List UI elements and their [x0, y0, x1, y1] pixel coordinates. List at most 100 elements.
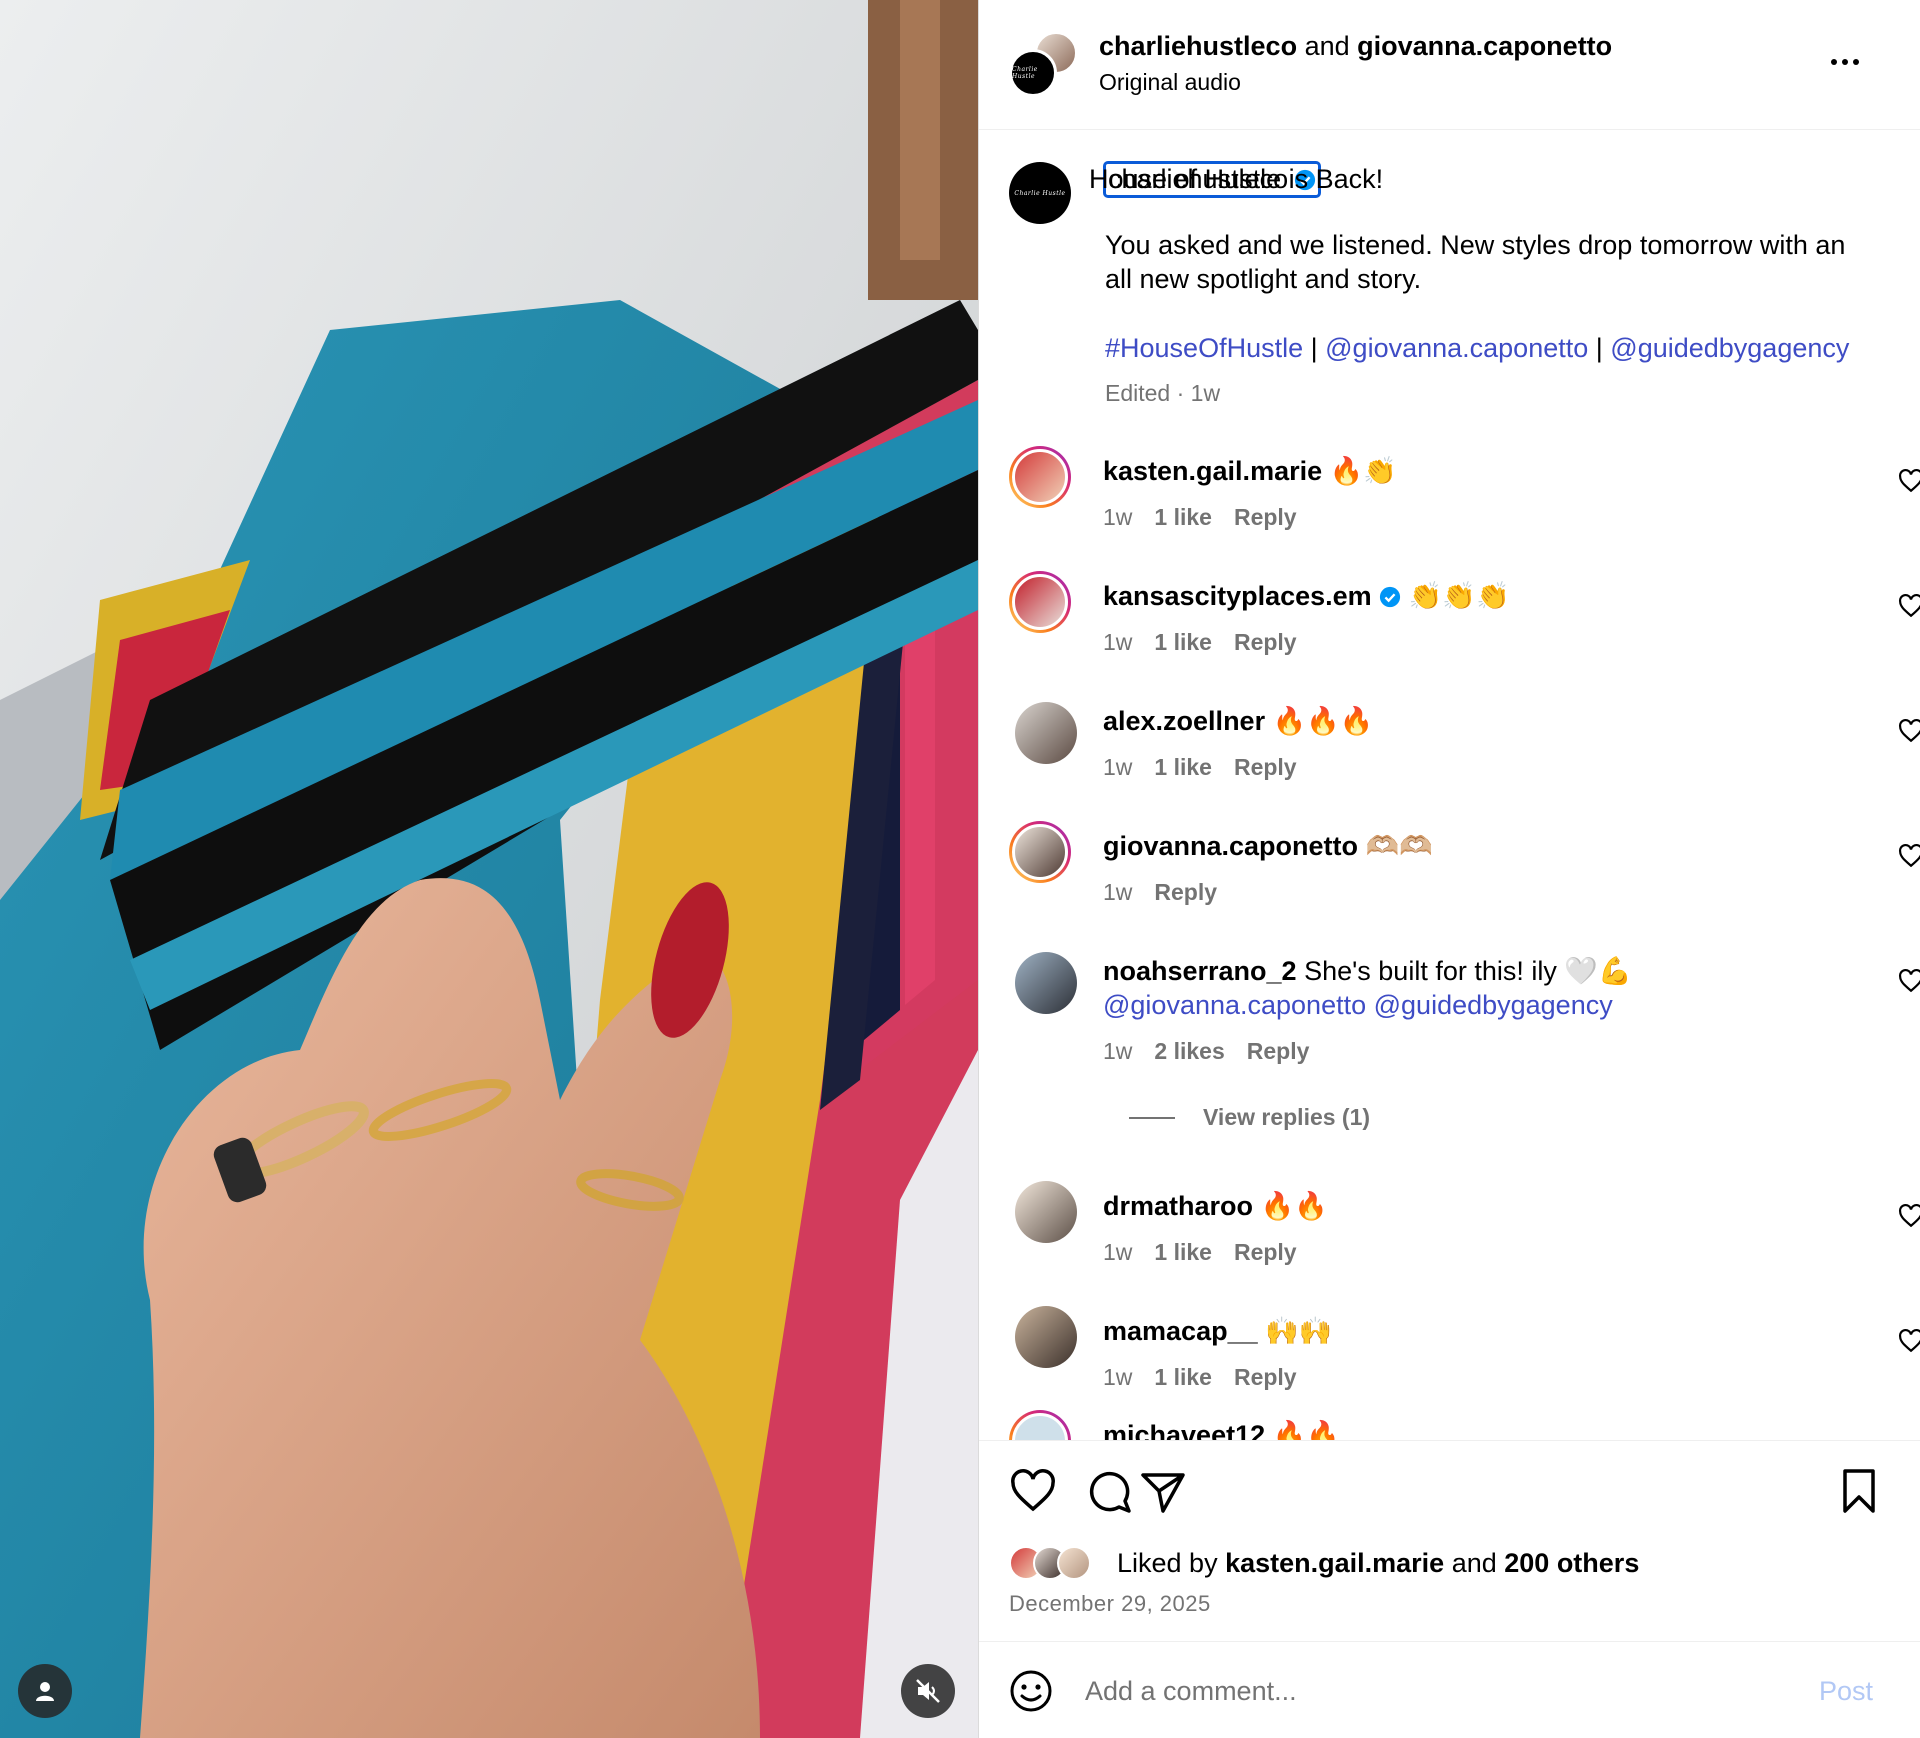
comment-text: noahserrano_2 She's built for this! ily …: [1103, 954, 1632, 988]
comment-likes[interactable]: 1 like: [1154, 1364, 1212, 1391]
collab-avatars[interactable]: Charlie Hustle: [1009, 32, 1079, 98]
avatar[interactable]: [1009, 821, 1071, 883]
avatar[interactable]: [1009, 446, 1071, 508]
mention-link[interactable]: @giovanna.caponetto: [1103, 990, 1366, 1020]
reply-button[interactable]: Reply: [1234, 504, 1297, 531]
comment-like-icon[interactable]: [1898, 593, 1920, 619]
reply-button[interactable]: Reply: [1234, 1364, 1297, 1391]
more-options-icon: [1853, 59, 1859, 65]
comment-like-icon[interactable]: [1898, 843, 1920, 869]
caption-tags: #HouseOfHustle | @giovanna.caponetto | @…: [1105, 331, 1849, 365]
comment-text: giovanna.caponetto 🫶🏼🫶🏼: [1103, 829, 1433, 863]
comment-text: michaveet12 🔥🔥: [1103, 1418, 1340, 1440]
reply-button[interactable]: Reply: [1154, 879, 1217, 906]
more-options-button[interactable]: [1817, 44, 1873, 80]
comment-age: 1w: [1103, 504, 1133, 530]
comment-text: drmatharoo 🔥🔥: [1103, 1189, 1328, 1223]
comment-likes[interactable]: 1 like: [1154, 629, 1212, 656]
comment-likes[interactable]: 1 like: [1154, 1239, 1212, 1266]
post-header: Charlie Hustle charliehustleco and giova…: [979, 0, 1920, 130]
separator: |: [1303, 333, 1326, 363]
avatar[interactable]: [1015, 1181, 1077, 1243]
hashtag-link[interactable]: #HouseOfHustle: [1105, 333, 1303, 363]
comment-age: 1w: [1103, 629, 1133, 655]
post-viewer: Charlie Hustle charliehustleco and giova…: [0, 0, 1920, 1738]
comment-body: 🔥👏: [1329, 456, 1397, 486]
comment-likes[interactable]: 2 likes: [1154, 1038, 1224, 1065]
avatar[interactable]: Charlie Hustle: [1009, 49, 1057, 97]
reply-button[interactable]: Reply: [1234, 1239, 1297, 1266]
liked-by-others[interactable]: 200 others: [1504, 1548, 1639, 1578]
comment-body: 🔥🔥: [1272, 1420, 1340, 1440]
comment-text: alex.zoellner 🔥🔥🔥: [1103, 704, 1373, 738]
comment-username[interactable]: kansascityplaces.em: [1103, 581, 1372, 611]
comment-text: mamacap__ 🙌🙌: [1103, 1314, 1332, 1348]
list-item: michaveet12 🔥🔥: [979, 1410, 1920, 1440]
comment-like-icon[interactable]: [1898, 968, 1920, 994]
mention-link[interactable]: @giovanna.caponetto: [1325, 333, 1588, 363]
avatar[interactable]: [1015, 952, 1077, 1014]
avatar[interactable]: [1015, 702, 1077, 764]
audio-link[interactable]: Original audio: [1099, 68, 1241, 96]
bookmark-icon[interactable]: [1835, 1467, 1883, 1515]
comment-like-icon[interactable]: [1898, 468, 1920, 494]
more-options-icon: [1842, 59, 1848, 65]
comment-mentions: @giovanna.caponetto @guidedbygagency: [1103, 988, 1613, 1022]
more-options-icon: [1831, 59, 1837, 65]
comment-username[interactable]: drmatharoo: [1103, 1191, 1253, 1221]
comment-meta: 1w Reply: [1103, 879, 1217, 906]
reply-button[interactable]: Reply: [1234, 754, 1297, 781]
emoji-icon[interactable]: [1009, 1669, 1053, 1713]
comment-input[interactable]: [1085, 1670, 1785, 1712]
comment-body: 👏👏👏: [1408, 581, 1510, 611]
comment-icon[interactable]: [1085, 1467, 1133, 1515]
comment-username[interactable]: alex.zoellner: [1103, 706, 1265, 736]
comment-like-icon[interactable]: [1898, 718, 1920, 744]
authors-joiner: and: [1297, 31, 1358, 61]
avatar[interactable]: [1015, 1306, 1077, 1368]
comment-username[interactable]: kasten.gail.marie: [1103, 456, 1322, 486]
comment-username[interactable]: giovanna.caponetto: [1103, 831, 1358, 861]
mention-link[interactable]: @guidedbygagency: [1610, 333, 1849, 363]
comment-body: 🙌🙌: [1265, 1316, 1333, 1346]
avatar[interactable]: [1009, 1410, 1071, 1440]
reply-button[interactable]: Reply: [1234, 629, 1297, 656]
tagged-users-button[interactable]: [18, 1664, 72, 1718]
view-replies-button[interactable]: View replies (1): [1129, 1104, 1370, 1131]
speaker-muted-icon: [916, 1679, 940, 1703]
separator: |: [1588, 333, 1611, 363]
comment-likes[interactable]: 1 like: [1154, 504, 1212, 531]
comment-likes[interactable]: 1 like: [1154, 754, 1212, 781]
comment-composer: Post: [979, 1641, 1920, 1738]
comment-body: 🫶🏼🫶🏼: [1365, 831, 1433, 861]
comment-body: She's built for this! ily 🤍💪: [1304, 956, 1632, 986]
comment-age: 1w: [1103, 879, 1133, 905]
liked-by-text: Liked by kasten.gail.marie and 200 other…: [1117, 1548, 1639, 1579]
avatar[interactable]: [1009, 571, 1071, 633]
liked-by-joiner: and: [1444, 1547, 1505, 1578]
post-date: December 29, 2025: [1009, 1591, 1211, 1616]
comment-username[interactable]: noahserrano_2: [1103, 956, 1297, 986]
author-link[interactable]: charliehustleco: [1099, 31, 1297, 61]
share-icon[interactable]: [1139, 1467, 1187, 1515]
post-media[interactable]: [0, 0, 978, 1738]
liked-by-user[interactable]: kasten.gail.marie: [1225, 1548, 1444, 1578]
likes-summary[interactable]: Liked by kasten.gail.marie and 200 other…: [1009, 1543, 1639, 1583]
avatar[interactable]: Charlie Hustle: [1009, 162, 1071, 224]
post-sidebar: Charlie Hustle charliehustleco and giova…: [978, 0, 1920, 1738]
reply-button[interactable]: Reply: [1247, 1038, 1310, 1065]
heart-icon[interactable]: [1009, 1467, 1057, 1515]
comment-username[interactable]: mamacap__: [1103, 1316, 1258, 1346]
liked-by-prefix: Liked by: [1117, 1547, 1226, 1578]
user-icon: [36, 1682, 54, 1701]
avatar: [1057, 1546, 1091, 1580]
author-link[interactable]: giovanna.caponetto: [1357, 31, 1612, 61]
comment-body: 🔥🔥: [1260, 1191, 1328, 1221]
comment-like-icon[interactable]: [1898, 1203, 1920, 1229]
mention-link[interactable]: @guidedbygagency: [1374, 990, 1613, 1020]
comment-like-icon[interactable]: [1898, 1328, 1920, 1354]
mute-toggle-button[interactable]: [901, 1664, 955, 1718]
comment-username[interactable]: michaveet12: [1103, 1420, 1265, 1440]
post-button[interactable]: Post: [1819, 1676, 1873, 1707]
comment-age: 1w: [1103, 1239, 1133, 1265]
